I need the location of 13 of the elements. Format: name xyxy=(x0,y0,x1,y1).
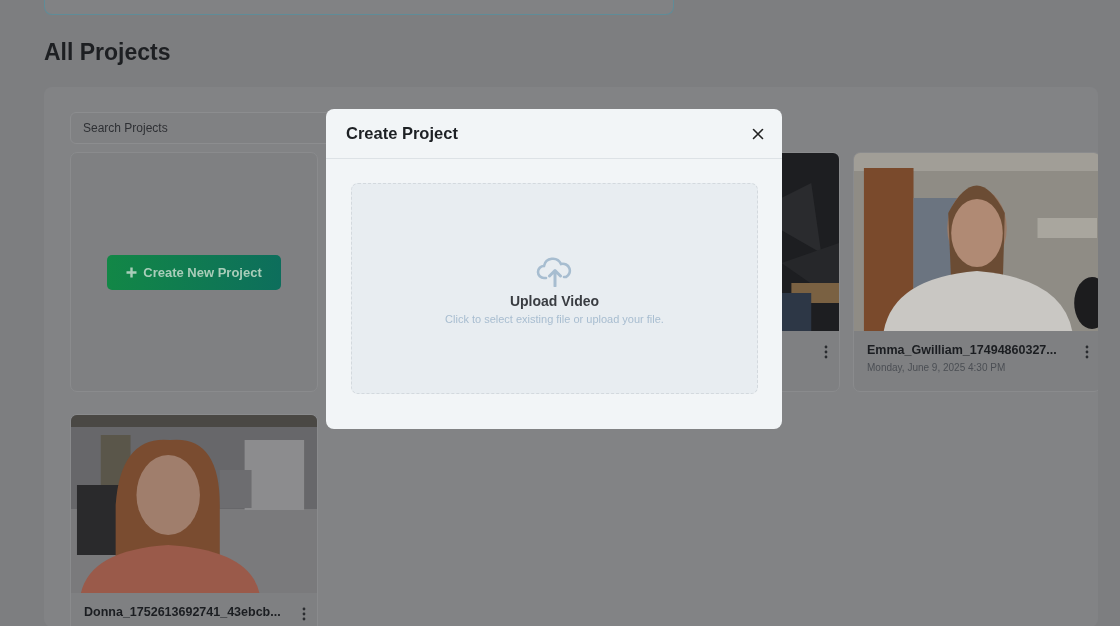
close-icon xyxy=(752,127,764,140)
project-title: Donna_1752613692741_43ebcb... xyxy=(84,605,282,619)
plus-icon xyxy=(126,266,138,278)
page-heading: All Projects xyxy=(44,38,172,67)
upload-hint: Click to select existing file or upload your file. xyxy=(445,312,664,325)
dialog-title: Create Project xyxy=(346,124,458,143)
upload-dropzone[interactable]: Upload Video Click to select existing file or upload your file. xyxy=(351,183,758,394)
close-button[interactable] xyxy=(752,127,764,140)
project-card[interactable]: Donna_1752613692741_43ebcb... xyxy=(70,414,318,626)
upload-title: Upload Video xyxy=(509,292,600,309)
create-project-button[interactable]: Create New Project xyxy=(107,254,281,290)
cloud-upload-icon xyxy=(535,256,574,287)
project-title: Emma_Gwilliam_17494860327... xyxy=(867,343,1058,357)
